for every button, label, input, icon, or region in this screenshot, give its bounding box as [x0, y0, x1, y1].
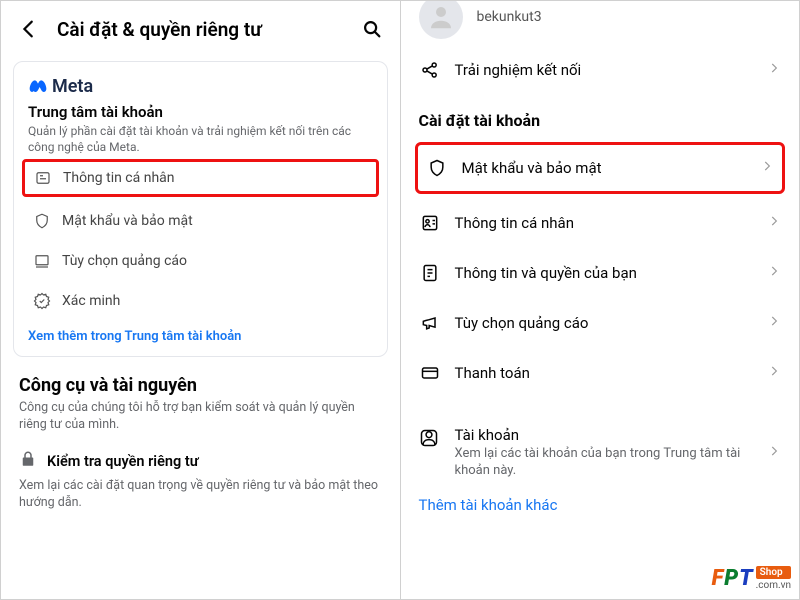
- lock-icon: [19, 450, 37, 472]
- see-more-link[interactable]: Xem thêm trong Trung tâm tài khoản: [28, 329, 373, 344]
- row-payments[interactable]: Thanh toán: [401, 348, 800, 398]
- header: Cài đặt & quyền riêng tư: [1, 1, 400, 53]
- row-password-security[interactable]: Mật khẩu và bảo mật: [422, 157, 779, 179]
- avatar: [419, 0, 463, 39]
- chevron-right-icon: [767, 264, 781, 282]
- verified-icon: [32, 291, 52, 311]
- privacy-check-sub: Xem lại các cài đặt quan trọng về quyền …: [19, 478, 382, 512]
- tools-subtitle: Công cụ của chúng tôi hỗ trợ bạn kiểm so…: [19, 400, 382, 434]
- id-card-icon: [33, 168, 53, 188]
- page-title: Cài đặt & quyền riêng tư: [57, 18, 344, 41]
- chevron-right-icon: [767, 61, 781, 79]
- right-screenshot: bekunkut3 Trải nghiệm kết nối Cài đặt tà…: [400, 0, 800, 600]
- chevron-right-icon: [767, 364, 781, 382]
- add-account-link[interactable]: Thêm tài khoản khác: [401, 486, 800, 524]
- display-icon: [32, 251, 52, 271]
- card-heading: Trung tâm tài khoản: [28, 103, 373, 121]
- privacy-check-row[interactable]: Kiểm tra quyền riêng tư: [19, 450, 382, 472]
- search-icon[interactable]: [358, 15, 386, 43]
- profile-row[interactable]: bekunkut3: [401, 0, 800, 45]
- accounts-sub: Xem lại các tài khoản của bạn trong Trun…: [455, 446, 754, 480]
- accounts-title: Tài khoản: [455, 426, 754, 444]
- accounts-center-card: Meta Trung tâm tài khoản Quản lý phần cà…: [13, 61, 388, 357]
- person-icon: [419, 428, 441, 450]
- left-screenshot: Cài đặt & quyền riêng tư Meta Trung tâm …: [0, 0, 400, 600]
- share-icon: [419, 59, 441, 81]
- chevron-right-icon: [767, 214, 781, 232]
- row-connected-experiences[interactable]: Trải nghiệm kết nối: [401, 45, 800, 95]
- row-accounts[interactable]: Tài khoản Xem lại các tài khoản của bạn …: [401, 412, 800, 486]
- card-subtitle: Quản lý phần cài đặt tài khoản và trải n…: [28, 123, 373, 155]
- chevron-right-icon: [760, 159, 774, 177]
- watermark: FPT Shop .com.vn: [712, 566, 791, 591]
- meta-logo: Meta: [28, 76, 373, 97]
- row-ad-preferences[interactable]: Tùy chọn quảng cáo: [401, 298, 800, 348]
- tools-heading: Công cụ và tài nguyên: [19, 375, 382, 396]
- document-icon: [419, 262, 441, 284]
- chevron-right-icon: [767, 314, 781, 332]
- shield-icon: [32, 211, 52, 231]
- menu-personal-info[interactable]: Thông tin cá nhân: [22, 159, 379, 197]
- id-card-icon: [419, 212, 441, 234]
- menu-password-security[interactable]: Mật khẩu và bảo mật: [28, 201, 373, 241]
- menu-verification[interactable]: Xác minh: [28, 281, 373, 321]
- megaphone-icon: [419, 312, 441, 334]
- card-icon: [419, 362, 441, 384]
- chevron-right-icon: [767, 443, 781, 462]
- row-personal-info[interactable]: Thông tin cá nhân: [401, 198, 800, 248]
- highlight-password-security: Mật khẩu và bảo mật: [415, 142, 786, 194]
- row-info-permissions[interactable]: Thông tin và quyền của bạn: [401, 248, 800, 298]
- tools-section: Công cụ và tài nguyên Công cụ của chúng …: [1, 371, 400, 516]
- back-icon[interactable]: [15, 15, 43, 43]
- username: bekunkut3: [477, 9, 542, 25]
- menu-ad-preferences[interactable]: Tùy chọn quảng cáo: [28, 241, 373, 281]
- section-heading: Cài đặt tài khoản: [401, 95, 800, 138]
- shield-icon: [426, 157, 448, 179]
